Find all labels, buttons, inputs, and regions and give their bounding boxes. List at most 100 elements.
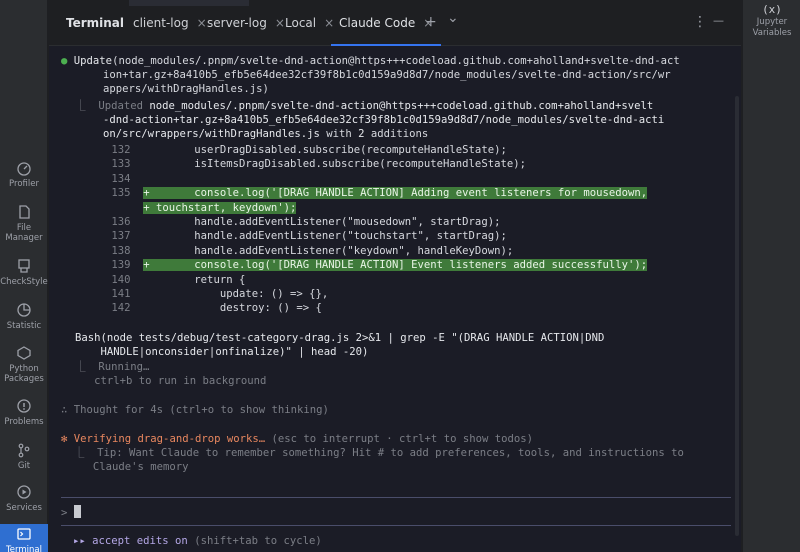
line-number: 140 — [105, 273, 144, 286]
code-text: return { — [143, 273, 246, 286]
tool-python[interactable]: Python Packages — [0, 345, 48, 384]
diff-added-line: + touchstart, keydown'); — [105, 201, 297, 215]
tool-file[interactable]: File Manager — [0, 204, 48, 243]
diff-added-line: 135 + console.log('[DRAG HANDLE ACTION] … — [105, 186, 648, 200]
more-options-icon[interactable]: ⋮ — [693, 14, 707, 30]
line-number: 136 — [105, 216, 144, 228]
tool-label: Profiler — [9, 179, 39, 189]
text-caret — [73, 505, 81, 518]
status-line: ✻ Verifying drag-and-drop works… (esc to… — [61, 433, 533, 445]
python-packages-icon — [17, 346, 31, 360]
tool-label: Python — [9, 364, 39, 374]
update-path-line: appers/withDragHandles.js) — [103, 83, 269, 95]
terminal-panel: Terminal client-log × server-log × Local × … — [49, 0, 741, 552]
services-icon — [17, 485, 31, 499]
prompt-input[interactable]: > — [61, 505, 81, 520]
code-text: destroy: () => { — [143, 302, 322, 315]
close-icon[interactable]: × — [197, 16, 207, 30]
accept-edits-footer: ▸▸ accept edits on (shift+tab to cycle) — [73, 535, 322, 547]
tip-line: ⎿ Tip: Want Claude to remember something… — [61, 447, 684, 459]
scrollbar[interactable] — [735, 96, 739, 536]
diff-line: 133 isItemsDragDisabled.subscribe(recomp… — [105, 157, 526, 171]
close-icon[interactable]: × — [275, 16, 285, 30]
diff-line: 137 handle.addEventListener("touchstart"… — [105, 229, 507, 243]
success-bullet-icon: ● — [61, 55, 68, 67]
code-text: handle.addEventListener("mousedown", sta… — [143, 216, 501, 228]
gauge-icon — [17, 162, 31, 176]
line-number: 134 — [105, 172, 144, 185]
bash-command-line: Bash(node tests/debug/test-category-drag… — [75, 332, 605, 344]
tool-label: Packages — [4, 374, 44, 384]
update-result-line: on/src/wrappers/withDragHandles.js with … — [103, 128, 429, 140]
code-text: userDragDisabled.subscribe(recomputeHand… — [143, 144, 507, 156]
background-overlap — [129, 0, 249, 6]
code-text: handle.addEventListener("keydown", handl… — [143, 244, 514, 257]
prompt-chevron-icon: > — [61, 507, 68, 519]
line-number: 137 — [105, 230, 144, 243]
diff-line: 134 — [105, 172, 143, 186]
git-icon — [18, 443, 30, 458]
input-top-divider — [61, 497, 731, 498]
tool-problems[interactable]: Problems — [0, 398, 48, 427]
code-text: isItemsDragDisabled.subscribe(recomputeH… — [143, 158, 526, 171]
tab-client-log[interactable]: client-log × — [133, 16, 207, 34]
tab-local[interactable]: Local × — [285, 16, 334, 34]
diff-line: 136 handle.addEventListener("mousedown",… — [105, 215, 500, 229]
line-number: 135 — [105, 187, 144, 200]
background-hint: ctrl+b to run in background — [75, 375, 267, 387]
terminal-title: Terminal — [66, 16, 125, 30]
file-icon — [19, 205, 30, 219]
update-result-line: -dnd-action+tar.gz+8a410b5_efb5e64dee32c… — [103, 114, 665, 126]
line-number: 138 — [105, 244, 144, 257]
tool-label: File — [16, 223, 32, 233]
input-bottom-divider — [61, 525, 731, 526]
line-number: 132 — [105, 144, 144, 156]
update-path-line: ion+tar.gz+8a410b5_efb5e64dee32cf39f8b1c… — [103, 69, 671, 81]
close-icon[interactable]: × — [324, 16, 334, 30]
terminal-output[interactable]: ● Update(node_modules/.pnpm/svelte-dnd-a… — [49, 46, 741, 552]
diff-line: 141 update: () => {}, — [105, 287, 328, 301]
left-tool-strip: Profiler File Manager CheckStyle Statistic Py… — [0, 0, 48, 552]
tool-label: Problems — [4, 417, 44, 427]
code-text: + console.log('[DRAG HANDLE ACTION] Addi… — [143, 187, 648, 200]
problems-icon — [17, 399, 31, 413]
minimize-icon[interactable]: — — [713, 14, 724, 27]
tool-profiler[interactable]: Profiler — [0, 160, 48, 189]
chevron-down-icon[interactable]: ⌄ — [447, 10, 459, 26]
update-result-line: ⎿ Updated node_modules/.pnpm/svelte-dnd-… — [75, 100, 654, 112]
checkstyle-icon — [18, 259, 30, 273]
tab-claude-code[interactable]: Claude Code × — [330, 16, 442, 46]
terminal-tab-bar: Terminal client-log × server-log × Local × … — [49, 0, 741, 46]
line-number: 139 — [105, 259, 144, 272]
tool-label: Git — [17, 461, 31, 471]
tool-label: Terminal — [6, 545, 42, 552]
tool-services[interactable]: Services — [0, 484, 48, 513]
diff-added-line: 139 + console.log('[DRAG HANDLE ACTION] … — [105, 258, 648, 272]
jupyter-variables-button[interactable]: (x) Jupyter Variables — [743, 4, 800, 39]
thought-line: ∴ Thought for 4s (ctrl+o to show thinkin… — [61, 404, 329, 416]
tool-label: Statistic — [6, 321, 42, 331]
diff-line: 138 handle.addEventListener("keydown", h… — [105, 244, 513, 258]
update-line: ● Update(node_modules/.pnpm/svelte-dnd-a… — [61, 55, 680, 67]
diff-line: 140 return { — [105, 273, 245, 287]
code-text: update: () => {}, — [143, 288, 329, 300]
code-text: + touchstart, keydown'); — [143, 201, 297, 214]
diff-line: 142 destroy: () => { — [105, 301, 322, 315]
bash-command-line: HANDLE|onconsider|onfinalize)" | head -2… — [75, 346, 369, 358]
add-tab-icon[interactable]: + — [425, 14, 437, 30]
tool-statistic[interactable]: Statistic — [0, 302, 48, 331]
terminal-icon — [17, 528, 31, 540]
jupyter-variables-icon: (x) — [762, 3, 782, 16]
code-text: handle.addEventListener("touchstart", st… — [143, 230, 507, 243]
statistic-icon — [17, 303, 31, 317]
tool-terminal[interactable]: Terminal — [0, 524, 48, 552]
right-tool-strip: (x) Jupyter Variables — [742, 0, 800, 552]
tool-checkstyle[interactable]: CheckStyle — [0, 258, 48, 287]
code-text: + console.log('[DRAG HANDLE ACTION] Even… — [143, 259, 648, 272]
tip-line: Claude's memory — [61, 461, 189, 473]
tool-label: Manager — [5, 233, 43, 243]
line-number: 141 — [105, 288, 144, 300]
tab-server-log[interactable]: server-log × — [207, 16, 285, 34]
line-number: 133 — [105, 158, 144, 171]
tool-git[interactable]: Git — [0, 442, 48, 471]
